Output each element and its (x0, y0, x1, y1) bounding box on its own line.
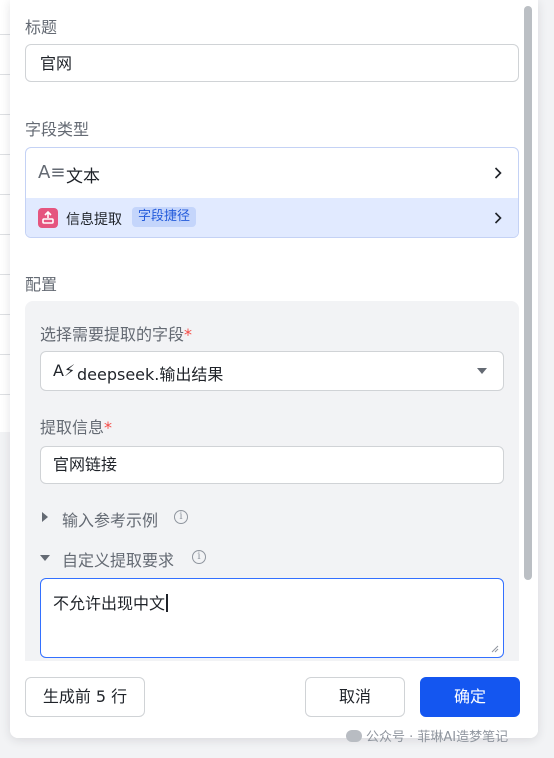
source-field-select[interactable]: A⚡ deepseek.输出结果 (40, 351, 504, 391)
extract-info-label-text: 提取信息 (40, 418, 105, 437)
config-area: 选择需要提取的字段* A⚡ deepseek.输出结果 提取信息* 官网链接 输… (25, 301, 519, 661)
watermark: 公众号 · 菲琳AI造梦笔记 (346, 726, 508, 745)
custom-requirement-textarea[interactable]: 不允许出现中文 (40, 578, 504, 658)
title-input[interactable]: 官网 (25, 44, 519, 82)
watermark-text: 公众号 · 菲琳AI造梦笔记 (366, 730, 509, 745)
resize-handle-icon[interactable] (491, 645, 499, 653)
extract-icon (38, 208, 58, 228)
field-type-text-label: 文本 (66, 167, 100, 187)
caret-down-icon (477, 368, 487, 374)
source-field-value: deepseek.输出结果 (77, 365, 224, 384)
required-mark: * (184, 325, 193, 344)
wechat-icon (346, 730, 362, 742)
custom-requirement-label: 自定义提取要求 (62, 551, 175, 570)
extract-info-label: 提取信息* (40, 414, 112, 438)
text-formula-icon: A⚡ (53, 361, 76, 380)
custom-requirement-toggle[interactable]: 自定义提取要求 i (40, 547, 240, 570)
field-type-text-option[interactable]: A≡ 文本 (26, 148, 518, 198)
field-shortcut-tag: 字段捷径 (132, 207, 197, 227)
generate-first-rows-button[interactable]: 生成前 5 行 (25, 677, 145, 717)
custom-requirement-value: 不允许出现中文 (53, 594, 166, 613)
extract-info-input[interactable]: 官网链接 (40, 446, 504, 484)
triangle-right-icon (42, 512, 48, 522)
required-mark: * (104, 418, 113, 437)
chevron-right-icon (494, 167, 502, 179)
info-icon[interactable]: i (192, 550, 206, 564)
triangle-down-icon (40, 555, 50, 561)
field-type-label: 字段类型 (25, 120, 90, 139)
examples-toggle[interactable]: 输入参考示例 i (40, 507, 240, 530)
cancel-button[interactable]: 取消 (305, 677, 405, 717)
info-icon[interactable]: i (174, 510, 188, 524)
text-type-icon: A≡ (38, 162, 66, 183)
text-cursor (166, 594, 168, 612)
field-config-panel: 标题 官网 字段类型 A≡ 文本 信息提取 字段捷径 配置 选择需要提取的字段*… (10, 0, 538, 738)
source-field-label-text: 选择需要提取的字段 (40, 325, 185, 344)
scrollbar[interactable] (524, 6, 532, 580)
chevron-right-icon (494, 212, 502, 224)
extract-label: 信息提取 (66, 212, 122, 228)
confirm-button[interactable]: 确定 (420, 677, 520, 717)
field-type-extract-option[interactable]: 信息提取 字段捷径 (26, 198, 518, 237)
examples-label: 输入参考示例 (62, 511, 159, 530)
field-type-selector: A≡ 文本 信息提取 字段捷径 (25, 147, 519, 238)
source-field-label: 选择需要提取的字段* (40, 321, 192, 345)
title-label: 标题 (25, 18, 58, 37)
config-label: 配置 (25, 275, 58, 294)
